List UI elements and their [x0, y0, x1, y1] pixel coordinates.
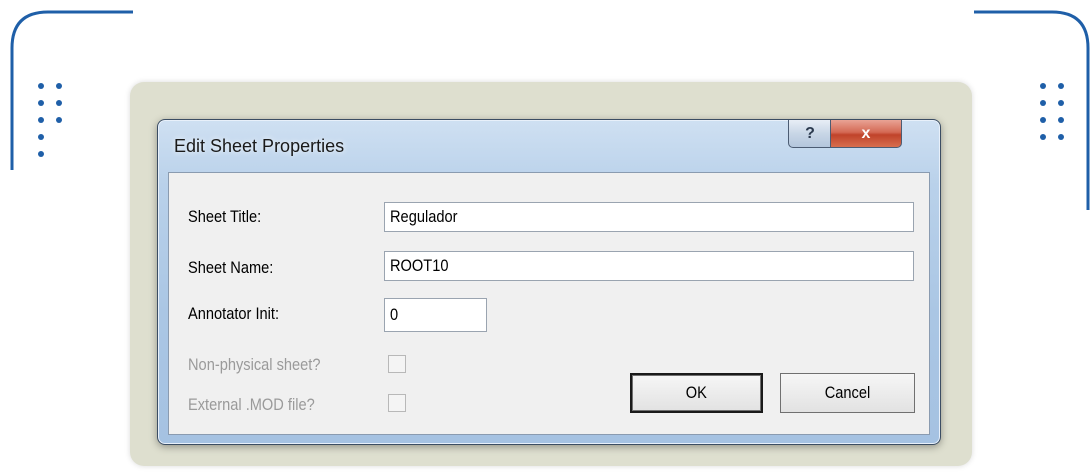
- ok-button[interactable]: OK: [630, 373, 763, 413]
- external-mod-file-checkbox[interactable]: [388, 394, 406, 412]
- annotator-init-input[interactable]: 0: [384, 298, 487, 332]
- non-physical-sheet-label: Non-physical sheet?: [188, 355, 321, 374]
- help-icon: ?: [805, 124, 815, 142]
- edit-sheet-properties-dialog: Edit Sheet Properties ? x Sheet Title: R…: [157, 119, 941, 445]
- cancel-button[interactable]: Cancel: [780, 373, 915, 413]
- annotator-init-value: 0: [390, 305, 399, 324]
- sheet-title-input[interactable]: Regulador: [384, 202, 914, 232]
- cancel-button-label: Cancel: [824, 383, 871, 402]
- dialog-client-area: Sheet Title: Regulador Sheet Name: ROOT1…: [168, 172, 930, 435]
- help-button[interactable]: ?: [788, 120, 832, 148]
- ok-button-label: OK: [685, 383, 708, 402]
- sheet-title-value: Regulador: [390, 207, 458, 226]
- close-button[interactable]: x: [830, 120, 902, 148]
- sheet-name-value: ROOT10: [390, 256, 449, 275]
- frame-corner-left: [10, 10, 133, 170]
- annotator-init-label: Annotator Init:: [188, 304, 280, 323]
- close-icon: x: [861, 124, 871, 142]
- sheet-name-input[interactable]: ROOT10: [384, 251, 914, 281]
- non-physical-sheet-checkbox[interactable]: [388, 355, 406, 373]
- sheet-name-label: Sheet Name:: [188, 258, 274, 277]
- dialog-title: Edit Sheet Properties: [174, 136, 345, 156]
- external-mod-file-label: External .MOD file?: [188, 395, 315, 414]
- frame-corner-right: [974, 10, 1090, 210]
- sheet-title-label: Sheet Title:: [188, 207, 262, 226]
